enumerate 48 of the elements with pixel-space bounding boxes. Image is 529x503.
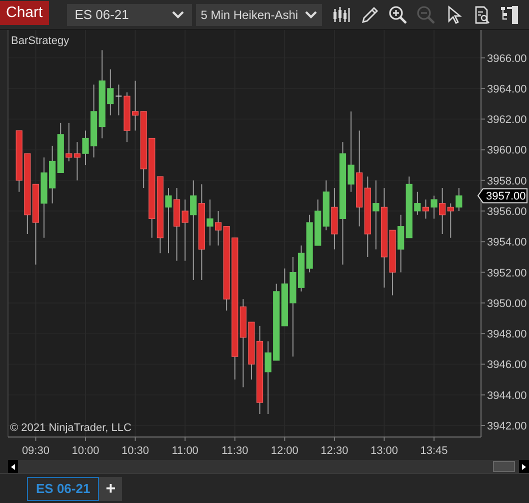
price-label: 3962.00 [487, 114, 527, 126]
candlestick [124, 92, 130, 143]
price-label: 3954.00 [487, 236, 527, 249]
price-label: 3944.00 [487, 390, 527, 402]
time-label: 12:00 [270, 445, 298, 457]
candlestick [16, 130, 22, 192]
candlestick [82, 130, 89, 166]
instrument-dropdown[interactable]: ES 06-21 [66, 4, 192, 26]
scroll-right-button[interactable] [519, 460, 529, 473]
pencil-icon[interactable] [360, 4, 380, 24]
properties-icon[interactable] [500, 4, 520, 24]
scroll-thumb[interactable] [493, 461, 515, 472]
left-arrow-icon [11, 464, 15, 470]
time-label: 13:00 [370, 445, 398, 457]
strategy-label: BarStrategy [11, 35, 70, 47]
price-label: 3966.00 [487, 52, 527, 65]
scrollbar[interactable] [8, 460, 529, 473]
candlestick [116, 84, 122, 116]
price-label: 3948.00 [487, 328, 527, 341]
interval-dropdown[interactable]: 5 Min Heiken-Ashi [196, 4, 322, 26]
time-label: 10:30 [122, 445, 150, 457]
time-label: 12:30 [320, 445, 348, 457]
price-label: 3960.00 [487, 144, 527, 157]
price-label: 3946.00 [487, 359, 527, 372]
price-label: 3964.00 [487, 83, 527, 96]
time-label: 13:45 [420, 445, 448, 457]
right-arrow-icon [522, 464, 526, 470]
time-label: 11:30 [222, 445, 248, 457]
price-label: 3942.00 [487, 420, 527, 432]
zoom-in-icon[interactable] [388, 4, 408, 24]
price-label: 3956.00 [487, 206, 527, 218]
time-label: 11:00 [172, 445, 198, 457]
chart-button[interactable]: Chart [0, 0, 49, 24]
candlestick [456, 188, 462, 212]
chevron-icon [172, 10, 184, 18]
time-label: 09:30 [22, 445, 50, 457]
instrument-tab[interactable]: ES 06-21 [27, 476, 100, 500]
copyright-text: © 2021 NinjaTrader, LLC [10, 422, 132, 434]
price-label: 3952.00 [487, 267, 527, 280]
scroll-left-button[interactable] [8, 460, 18, 473]
current-price-badge: 3957.00 [477, 188, 528, 204]
price-label: 3958.00 [487, 175, 527, 188]
add-tab-button[interactable]: + [99, 476, 122, 500]
time-label: 10:00 [72, 445, 100, 457]
candlestick [107, 68, 114, 116]
price-label: 3950.00 [487, 298, 527, 310]
chevron-icon [304, 10, 317, 18]
bar-chart-icon[interactable] [332, 4, 352, 24]
